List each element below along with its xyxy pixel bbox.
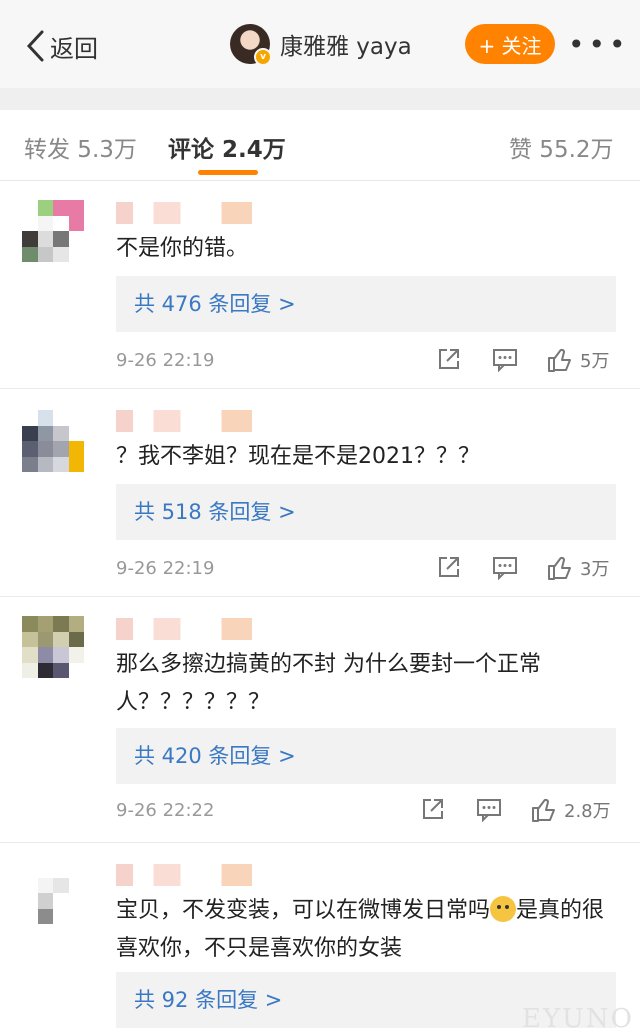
more-options-button[interactable]: ••• (568, 30, 626, 60)
like-button[interactable]: 3万 (546, 554, 609, 582)
follow-button[interactable]: + 关注 (465, 24, 555, 64)
view-replies-link[interactable]: 共 476 条回复 > (116, 276, 616, 332)
comment-text: 不是你的错。 (116, 236, 249, 261)
tab-reposts[interactable]: 转发 5.3万 (24, 130, 137, 164)
thumbs-up-icon (548, 348, 571, 372)
back-button[interactable]: 返回 (24, 26, 98, 66)
comment-meta: 9-26 22:19 3万 (116, 554, 616, 584)
watermark: EYUNO (521, 1004, 634, 1034)
comment-time: 9-26 22:22 (116, 800, 215, 821)
comment-item: ？我不李姐？现在是不是2021？？？ 共 518 条回复 > 9-26 22:1… (0, 390, 640, 597)
chevron-left-icon (26, 30, 44, 62)
share-icon[interactable] (436, 554, 466, 584)
like-count: 3万 (580, 559, 610, 580)
profile-header[interactable]: v 康雅雅 yaya (230, 24, 412, 66)
like-button[interactable]: 5万 (546, 346, 609, 374)
commenter-name-redacted[interactable] (116, 410, 286, 432)
comment-text: 宝贝，不发变装，可以在微博发日常吗 是真的很喜欢你，不只是喜欢你的女装 (116, 892, 616, 968)
divider (0, 88, 640, 110)
comment-meta: 9-26 22:19 5万 (116, 346, 616, 376)
share-icon[interactable] (436, 346, 466, 376)
comment-item: 不是你的错。 共 476 条回复 > 9-26 22:19 5万 (0, 182, 640, 389)
commenter-name-redacted[interactable] (116, 864, 286, 886)
comment-time: 9-26 22:19 (116, 558, 215, 579)
commenter-name-redacted[interactable] (116, 618, 286, 640)
like-button[interactable]: 2.8万 (530, 796, 611, 824)
tab-bar: 转发 5.3万 评论 2.4万 赞 55.2万 (0, 110, 640, 181)
active-tab-indicator (198, 170, 258, 175)
tab-likes[interactable]: 赞 55.2万 (509, 130, 614, 164)
doge-emoji-icon (490, 896, 517, 922)
view-replies-link[interactable]: 共 420 条回复 > (116, 728, 616, 784)
top-bar: 返回 v 康雅雅 yaya + 关注 ••• (0, 0, 640, 88)
comment-text: 那么多擦边搞黄的不封 为什么要封一个正常人？？？？？？ (116, 652, 541, 715)
like-count: 5万 (580, 351, 610, 372)
commenter-avatar[interactable] (22, 616, 84, 678)
commenter-avatar[interactable] (22, 410, 84, 472)
view-replies-link[interactable]: 共 518 条回复 > (116, 484, 616, 540)
comment-item: 那么多擦边搞黄的不封 为什么要封一个正常人？？？？？？ 共 420 条回复 > … (0, 598, 640, 843)
thumbs-up-icon (532, 798, 555, 822)
comment-text-part: 宝贝，不发变装，可以在微博发日常吗 (116, 898, 491, 923)
share-icon[interactable] (420, 796, 450, 826)
commenter-avatar[interactable] (22, 862, 84, 924)
comment-icon[interactable] (476, 796, 506, 826)
commenter-avatar[interactable] (22, 200, 84, 262)
comment-time: 9-26 22:19 (116, 350, 215, 371)
comment-meta: 9-26 22:22 2.8万 (116, 796, 616, 826)
thumbs-up-icon (548, 556, 571, 580)
comment-text: ？我不李姐？现在是不是2021？？？ (116, 444, 480, 469)
comment-icon[interactable] (492, 554, 522, 584)
like-count: 2.8万 (564, 801, 611, 822)
tab-comments[interactable]: 评论 2.4万 (168, 130, 286, 164)
back-label: 返回 (50, 34, 98, 63)
username: 康雅雅 yaya (280, 34, 412, 60)
verified-badge-icon: v (254, 48, 272, 66)
comment-icon[interactable] (492, 346, 522, 376)
avatar[interactable]: v (230, 24, 272, 66)
commenter-name-redacted[interactable] (116, 202, 286, 224)
